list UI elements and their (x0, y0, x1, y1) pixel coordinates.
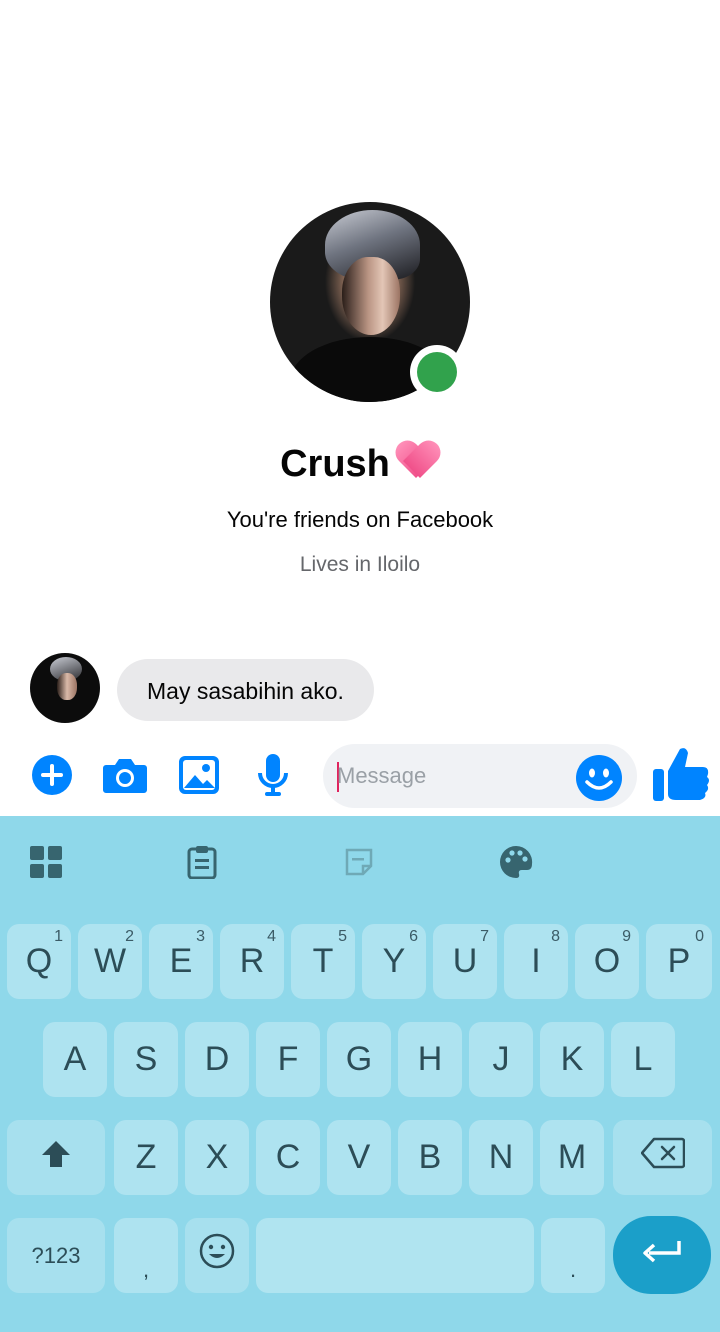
friendship-status: You're friends on Facebook (226, 507, 494, 532)
key-d[interactable]: D (185, 1022, 249, 1097)
key-j[interactable]: J (469, 1022, 533, 1097)
plus-icon[interactable] (27, 750, 77, 800)
emoji-icon[interactable] (575, 754, 623, 802)
gallery-icon[interactable] (174, 750, 224, 800)
key-e[interactable]: E3 (149, 924, 213, 999)
period-key[interactable]: . (541, 1218, 605, 1293)
camera-icon[interactable] (100, 750, 150, 800)
sender-avatar[interactable] (30, 653, 100, 723)
key-x[interactable]: X (185, 1120, 249, 1195)
key-b[interactable]: B (398, 1120, 462, 1195)
key-z[interactable]: Z (114, 1120, 178, 1195)
shift-key[interactable] (7, 1120, 105, 1195)
key-h[interactable]: H (398, 1022, 462, 1097)
key-c[interactable]: C (256, 1120, 320, 1195)
key-s[interactable]: S (114, 1022, 178, 1097)
symbols-key[interactable]: ?123 (7, 1218, 105, 1293)
shift-arrow-icon (41, 1138, 71, 1177)
thumbs-up-icon[interactable] (652, 744, 710, 804)
virtual-keyboard: Q1 W2 E3 R4 T5 Y6 U7 I8 O9 P0 A S D F G … (0, 816, 720, 1332)
key-a[interactable]: A (43, 1022, 107, 1097)
key-f[interactable]: F (256, 1022, 320, 1097)
key-y[interactable]: Y6 (362, 924, 426, 999)
incoming-message-bubble[interactable]: May sasabihin ako. (117, 659, 374, 721)
message-field[interactable] (323, 744, 637, 808)
enter-key[interactable] (613, 1216, 711, 1294)
key-o[interactable]: O9 (575, 924, 639, 999)
keyboard-toolbar (0, 816, 720, 908)
apps-grid-icon[interactable] (26, 842, 66, 882)
emoji-key[interactable] (185, 1218, 249, 1293)
microphone-icon[interactable] (248, 750, 298, 800)
space-bar[interactable] (256, 1218, 534, 1293)
key-l[interactable]: L (611, 1022, 675, 1097)
message-composer (0, 740, 720, 816)
key-q[interactable]: Q1 (7, 924, 71, 999)
profile-location: Lives in Iloilo (299, 553, 421, 576)
key-u[interactable]: U7 (433, 924, 497, 999)
key-m[interactable]: M (540, 1120, 604, 1195)
key-t[interactable]: T5 (291, 924, 355, 999)
online-status-indicator (410, 345, 464, 399)
clipboard-icon[interactable] (182, 842, 222, 882)
backspace-key[interactable] (613, 1120, 712, 1195)
key-k[interactable]: K (540, 1022, 604, 1097)
emoji-face-icon (199, 1233, 235, 1278)
key-r[interactable]: R4 (220, 924, 284, 999)
pink-heart-icon (396, 440, 440, 480)
key-p[interactable]: P0 (646, 924, 712, 999)
comma-key[interactable]: , (114, 1218, 178, 1293)
sticker-icon[interactable] (339, 842, 379, 882)
key-w[interactable]: W2 (78, 924, 142, 999)
backspace-icon (640, 1137, 685, 1178)
profile-name: Crush (0, 440, 720, 486)
key-g[interactable]: G (327, 1022, 391, 1097)
enter-arrow-icon (642, 1236, 682, 1275)
key-n[interactable]: N (469, 1120, 533, 1195)
key-v[interactable]: V (327, 1120, 391, 1195)
theme-palette-icon[interactable] (496, 842, 536, 882)
key-i[interactable]: I8 (504, 924, 568, 999)
profile-header: Crush You're friends on Facebook Lives i… (0, 0, 720, 640)
message-input[interactable] (337, 744, 567, 808)
